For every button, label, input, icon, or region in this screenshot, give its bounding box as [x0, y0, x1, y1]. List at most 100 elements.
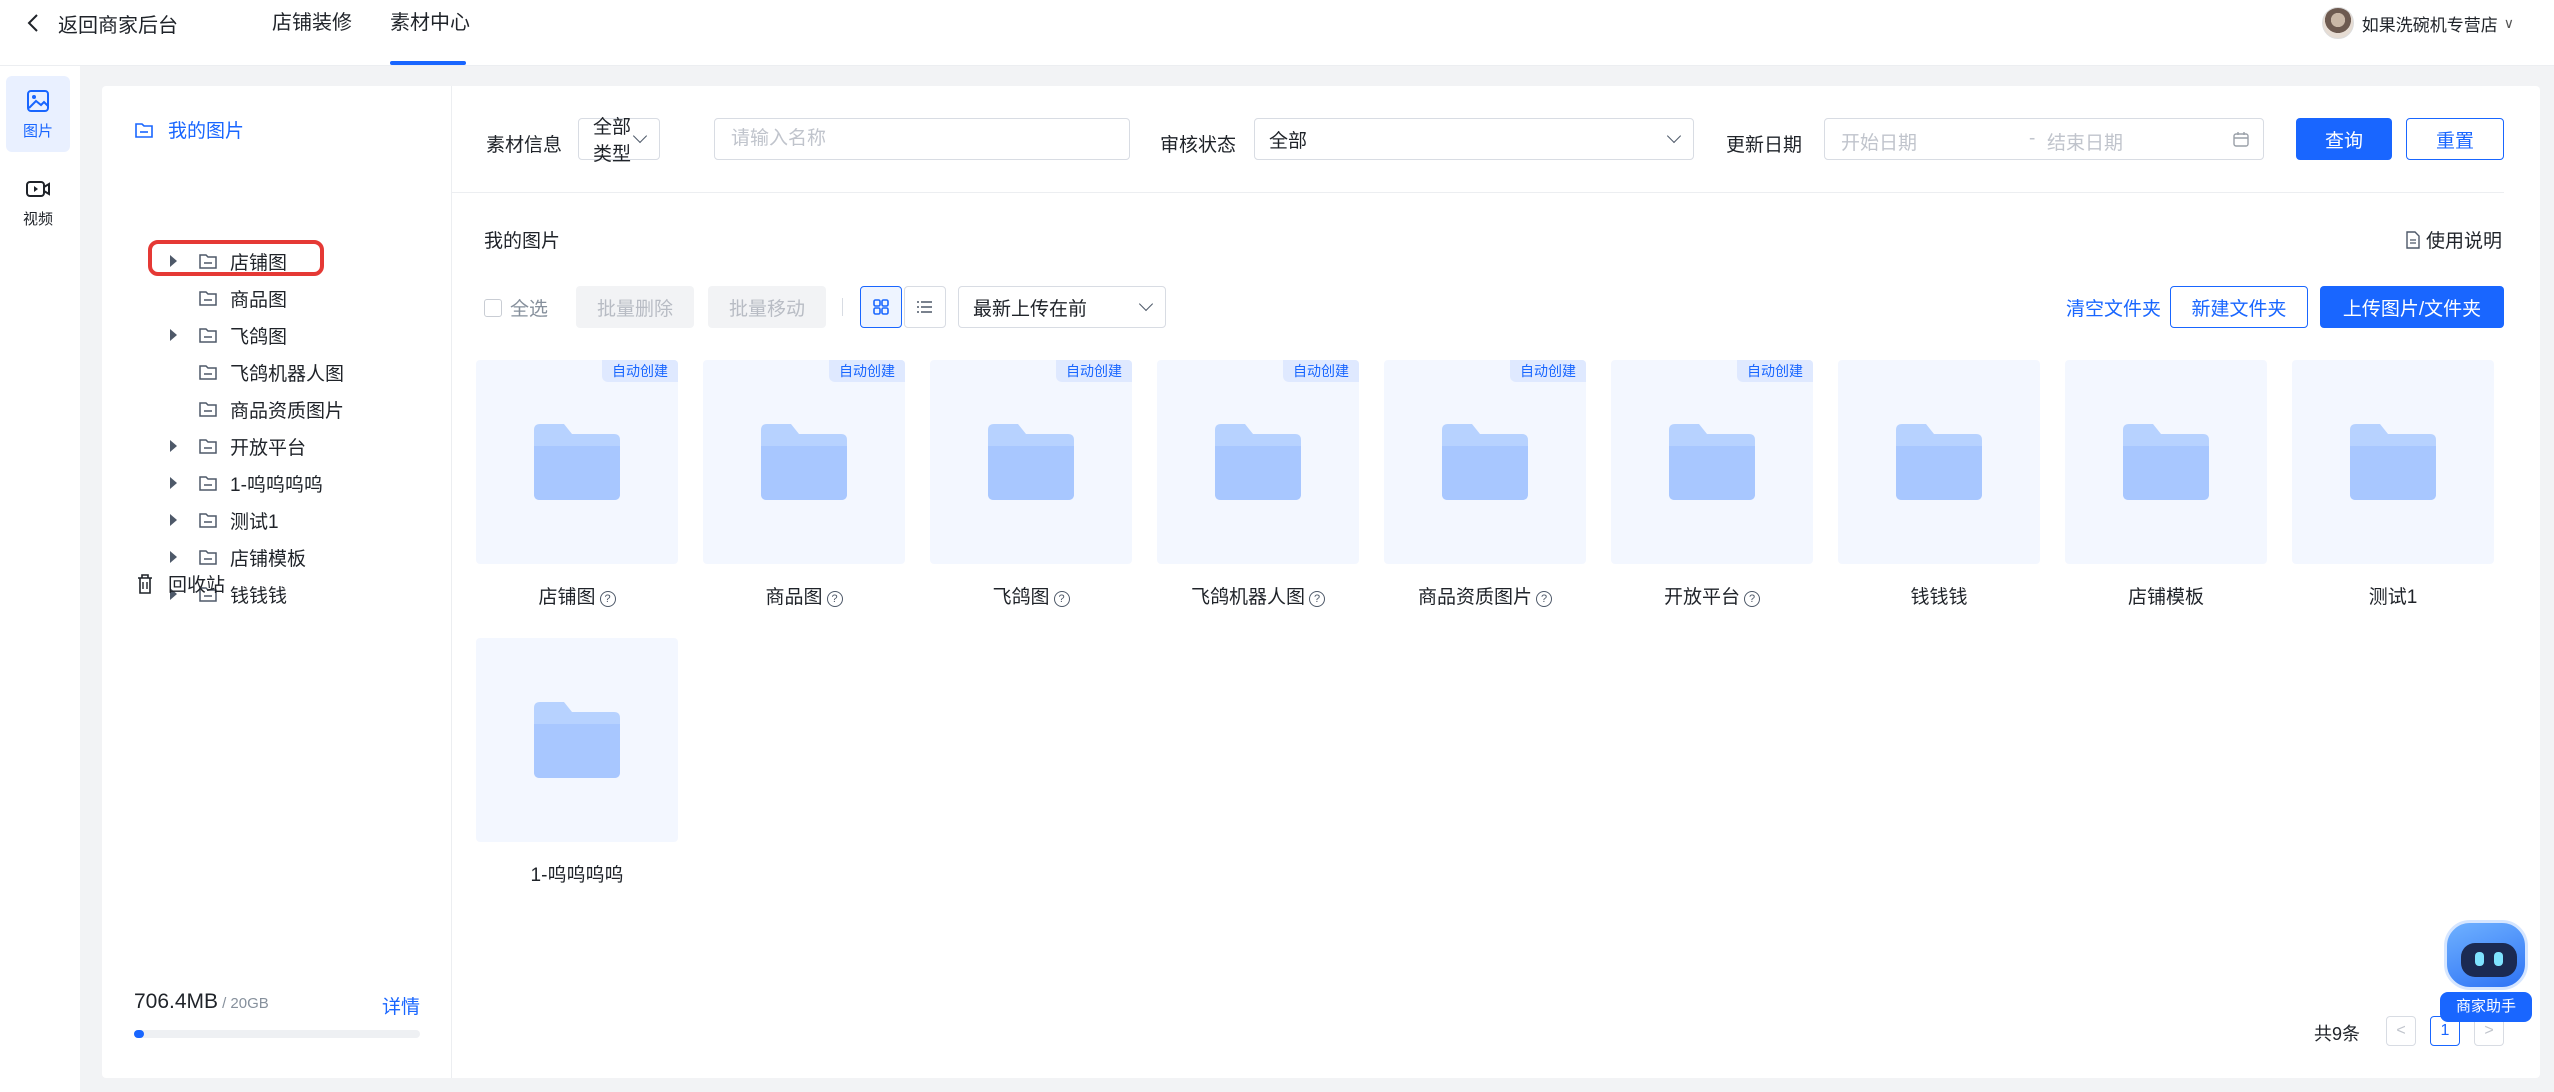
folder-thumbnail[interactable]: 自动创建 — [1157, 360, 1359, 564]
help-icon[interactable]: ? — [826, 591, 843, 607]
folder-icon — [2350, 424, 2436, 500]
name-search-input[interactable]: 请输入名称 — [714, 118, 1130, 160]
date-end-input[interactable]: 结束日期 — [2047, 128, 2123, 155]
folder-icon — [199, 328, 217, 343]
folder-name[interactable]: 商品资质图片? — [1384, 582, 1586, 609]
help-icon[interactable]: ? — [599, 591, 616, 607]
folder-thumbnail[interactable] — [476, 638, 678, 842]
folder-icon — [199, 402, 217, 417]
clear-folder-link[interactable]: 清空文件夹 — [2066, 294, 2161, 321]
image-icon — [27, 89, 49, 112]
folder-name-text: 钱钱钱 — [1910, 587, 1968, 608]
chevron-down-icon — [1666, 128, 1682, 144]
folder-thumbnail[interactable]: 自动创建 — [930, 360, 1132, 564]
folder-name[interactable]: 钱钱钱 — [1838, 582, 2040, 609]
usage-guide-link[interactable]: 使用说明 — [2406, 226, 2502, 253]
help-icon[interactable]: ? — [1309, 591, 1325, 607]
batch-delete-button[interactable]: 批量删除 — [576, 286, 694, 328]
folder-name[interactable]: 店铺图? — [476, 582, 678, 609]
new-folder-button[interactable]: 新建文件夹 — [2170, 286, 2308, 328]
folder-thumbnail[interactable] — [1838, 360, 2040, 564]
help-icon[interactable]: ? — [1744, 591, 1760, 607]
grid-view-button[interactable] — [860, 286, 902, 328]
caret-right-icon[interactable] — [170, 440, 177, 452]
document-icon — [2406, 230, 2420, 249]
list-view-button[interactable] — [904, 286, 946, 328]
date-range-picker[interactable]: 开始日期 - 结束日期 — [1824, 118, 2264, 160]
help-icon[interactable]: ? — [1053, 591, 1070, 607]
caret-right-icon[interactable] — [170, 514, 177, 526]
auto-created-badge: 自动创建 — [602, 360, 678, 382]
folder-icon — [1669, 424, 1755, 500]
folder-name[interactable]: 店铺模板 — [2065, 582, 2267, 609]
chevron-left-icon — [27, 14, 38, 32]
folder-icon — [199, 365, 217, 380]
upload-button[interactable]: 上传图片/文件夹 — [2320, 286, 2504, 328]
tab-store-decoration[interactable]: 店铺装修 — [272, 8, 352, 38]
recycle-bin[interactable]: 回收站 — [136, 570, 225, 597]
folder-thumbnail[interactable] — [2292, 360, 2494, 564]
auto-created-badge: 自动创建 — [1737, 360, 1813, 382]
tree-root-my-images[interactable]: 我的图片 — [134, 116, 244, 143]
tree-root-label: 我的图片 — [168, 121, 245, 142]
select-all-checkbox[interactable]: 全选 — [484, 294, 548, 321]
rail-item-videos[interactable]: 视频 — [6, 164, 70, 240]
folder-thumbnail[interactable]: 自动创建 — [703, 360, 905, 564]
prev-page-button[interactable]: < — [2386, 1016, 2416, 1046]
tab-material-center[interactable]: 素材中心 — [390, 8, 470, 38]
tree-folder-label: 飞鸽机器人图 — [230, 363, 345, 385]
checkbox-box — [484, 298, 502, 317]
merchant-assistant[interactable]: 商家助手 — [2440, 914, 2532, 1028]
storage-detail-link[interactable]: 详情 — [382, 992, 420, 1019]
trash-icon — [138, 573, 152, 594]
folder-thumbnail[interactable] — [2065, 360, 2267, 564]
folder-icon — [199, 439, 217, 454]
robot-eye — [2475, 952, 2484, 966]
sort-select[interactable]: 最新上传在前 — [958, 286, 1166, 328]
folder-name[interactable]: 商品图? — [703, 582, 905, 609]
caret-right-icon[interactable] — [170, 329, 177, 341]
folder-icon — [1215, 424, 1301, 500]
rail-item-label: 视频 — [22, 210, 53, 228]
folder-icon — [1896, 424, 1982, 500]
left-rail: 图片 视频 — [0, 66, 80, 1092]
folder-name-text: 店铺图 — [538, 587, 596, 608]
folder-icon — [199, 550, 217, 565]
folder-name[interactable]: 测试1 — [2292, 582, 2494, 609]
date-start-input[interactable]: 开始日期 — [1841, 128, 1917, 155]
folder-icon — [2123, 424, 2209, 500]
reset-button[interactable]: 重置 — [2406, 118, 2504, 160]
batch-move-button[interactable]: 批量移动 — [708, 286, 826, 328]
tree-folder-label: 开放平台 — [230, 437, 307, 459]
folder-name[interactable]: 飞鸽机器人图? — [1157, 582, 1359, 609]
query-button[interactable]: 查询 — [2296, 118, 2392, 160]
review-status-select[interactable]: 全部 — [1254, 118, 1694, 160]
folder-name-text: 商品图 — [765, 587, 823, 608]
tree-folder-label: 商品图 — [230, 289, 288, 311]
folder-thumbnail[interactable]: 自动创建 — [1611, 360, 1813, 564]
folder-icon — [135, 122, 153, 138]
date-separator: - — [2029, 128, 2036, 149]
folder-name[interactable]: 1-呜呜呜呜 — [476, 860, 678, 887]
auto-created-badge: 自动创建 — [829, 360, 905, 382]
type-select[interactable]: 全部类型 — [578, 117, 660, 165]
back-to-merchant-link[interactable]: 返回商家后台 — [26, 8, 178, 38]
chevron-down-icon — [1138, 296, 1154, 312]
caret-right-icon[interactable] — [170, 477, 177, 489]
list-icon — [917, 301, 932, 313]
caret-right-icon[interactable] — [170, 551, 177, 563]
total-count: 共9条 — [2314, 1024, 2361, 1044]
grid-icon — [873, 299, 889, 315]
help-icon[interactable]: ? — [1536, 591, 1552, 607]
folder-name[interactable]: 飞鸽图? — [930, 582, 1132, 609]
folder-name[interactable]: 开放平台? — [1611, 582, 1813, 609]
rail-item-images[interactable]: 图片 — [6, 76, 70, 152]
folder-name-text: 1-呜呜呜呜 — [530, 865, 624, 886]
folder-thumbnail[interactable]: 自动创建 — [1384, 360, 1586, 564]
robot-eye — [2494, 952, 2503, 966]
shop-name: 如果洗碗机专营店 — [2361, 15, 2498, 35]
shop-switcher[interactable]: 如果洗碗机专营店 ∨ — [2321, 6, 2514, 40]
assistant-label: 商家助手 — [2440, 992, 2532, 1022]
folder-tree: 我的图片 店铺图 商品图 飞鸽图 飞鸽机器人图 商品资质图片 开放平台 1-呜呜呜呜 测试1 店… — [102, 86, 452, 1078]
folder-thumbnail[interactable]: 自动创建 — [476, 360, 678, 564]
